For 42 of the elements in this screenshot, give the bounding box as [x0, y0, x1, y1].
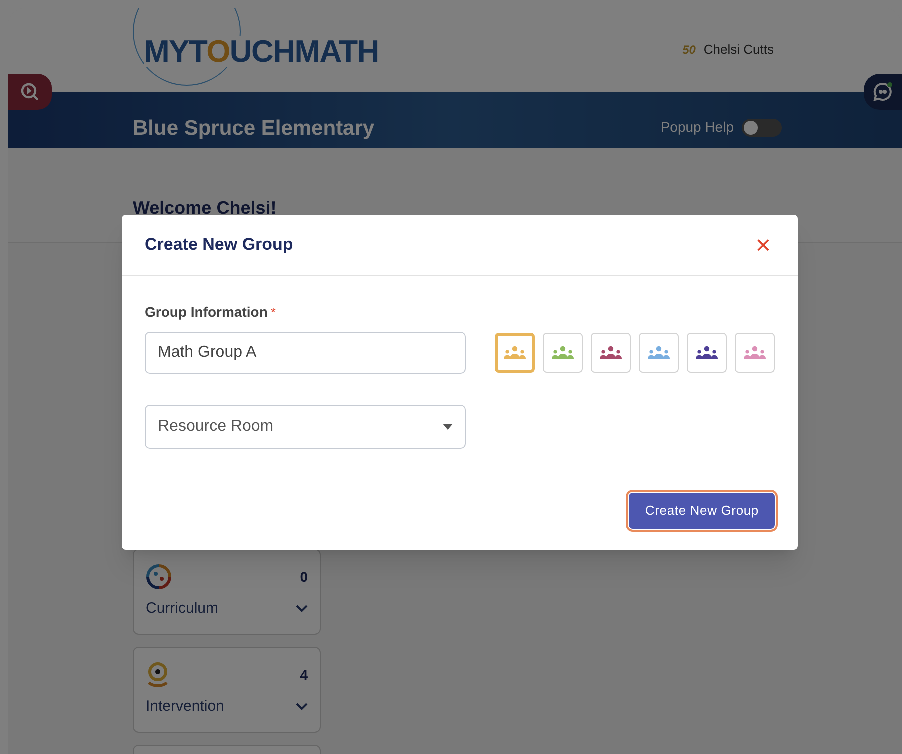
- summary-card[interactable]: 0 Curriculum: [133, 549, 321, 635]
- user-name[interactable]: Chelsi Cutts: [704, 40, 774, 60]
- target-icon: [146, 662, 170, 688]
- group-color-option[interactable]: [495, 333, 535, 373]
- school-name: Blue Spruce Elementary: [133, 116, 375, 142]
- summary-card[interactable]: 4 Intervention: [133, 647, 321, 733]
- search-icon: [20, 82, 40, 102]
- chevron-down-icon[interactable]: [296, 702, 308, 711]
- close-button[interactable]: ×: [752, 232, 775, 258]
- chat-tab[interactable]: [864, 74, 902, 110]
- dialog-title: Create New Group: [145, 234, 294, 256]
- group-icon: [648, 346, 670, 360]
- group-icon: [696, 346, 718, 360]
- create-group-button[interactable]: Create New Group: [629, 493, 775, 529]
- required-mark: *: [270, 304, 276, 322]
- logo-wordmark: MYTOUCHMATH: [144, 36, 379, 67]
- group-color-option[interactable]: [543, 333, 583, 373]
- popup-help-toggle[interactable]: [742, 118, 782, 136]
- group-color-option[interactable]: [735, 333, 775, 373]
- circle-segments-icon: [146, 564, 172, 590]
- card-count: 4: [300, 666, 308, 684]
- chevron-down-icon[interactable]: [296, 604, 308, 613]
- section-label: Group Information: [145, 303, 268, 322]
- card-label: Curriculum: [146, 598, 219, 618]
- group-name-field[interactable]: Math Group A: [145, 332, 466, 374]
- group-color-option[interactable]: [639, 333, 679, 373]
- anniversary-logo: 50: [682, 42, 696, 59]
- group-color-option[interactable]: [591, 333, 631, 373]
- group-icon: [552, 346, 574, 360]
- group-icon: [600, 346, 622, 360]
- group-icon: [504, 346, 526, 360]
- caret-icon: [443, 424, 453, 430]
- group-icon: [744, 346, 766, 360]
- side-tab-left[interactable]: [8, 74, 52, 110]
- room-select-value: Resource Room: [158, 417, 274, 437]
- popup-help-label: Popup Help: [660, 118, 734, 137]
- chat-bubble-icon: [872, 81, 894, 103]
- welcome-heading: Welcome Chelsi!: [133, 197, 277, 220]
- card-count: 0: [300, 568, 308, 586]
- room-select[interactable]: Resource Room: [145, 405, 466, 449]
- card-label: Intervention: [146, 696, 224, 716]
- group-color-option[interactable]: [687, 333, 727, 373]
